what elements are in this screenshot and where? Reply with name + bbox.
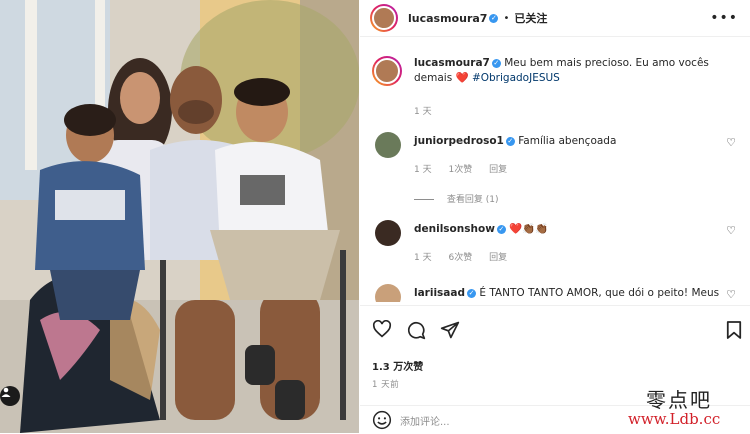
comment-input[interactable]: 添加评论... — [400, 413, 450, 428]
share-icon[interactable] — [440, 320, 460, 340]
bookmark-icon[interactable] — [726, 320, 742, 340]
comment-body: Família abençoada — [518, 135, 617, 147]
comment-text: lariisaad ✓ É TANTO TANTO AMOR, que dói o… — [414, 286, 724, 301]
comment-like-heart-icon[interactable]: ♡ — [726, 224, 736, 237]
verified-badge-icon: ✓ — [467, 288, 476, 298]
comment-meta: 1 天 1次赞 回复 — [414, 162, 521, 175]
caption-heart-emoji: ❤️ — [455, 72, 469, 84]
user-tag-icon — [1, 387, 11, 397]
family-photo-image — [0, 0, 359, 433]
comments-list: lucasmoura7 ✓ Meu bem mais precioso. Eu a… — [360, 50, 750, 302]
comment-like-heart-icon[interactable]: ♡ — [726, 288, 736, 301]
comment-age: 1 天 — [414, 165, 432, 175]
comment-text: denilsonshow ✓ ❤️👏🏾👏🏾 — [414, 222, 724, 237]
verified-badge-icon: ✓ — [505, 136, 515, 146]
caption-text: lucasmoura7 ✓ Meu bem mais precioso. Eu a… — [414, 56, 724, 86]
comment-body: É TANTO TANTO AMOR, que dói o peito! Meu… — [479, 287, 720, 299]
emoji-icon[interactable] — [372, 410, 392, 430]
verified-badge-icon: ✓ — [491, 58, 501, 68]
commenter-avatar[interactable] — [375, 284, 401, 302]
comment-emojis: ❤️👏🏾👏🏾 — [509, 223, 549, 235]
author-avatar[interactable] — [370, 4, 398, 32]
more-options-icon[interactable]: ••• — [710, 10, 738, 26]
heart-icon[interactable] — [372, 320, 392, 338]
caption-hashtag-link[interactable]: #ObrigadoJESUS — [472, 72, 560, 84]
watermark-logo-text: 零点吧 — [646, 388, 712, 412]
replies-divider-line — [414, 199, 434, 200]
author-username[interactable]: lucasmoura7 — [408, 12, 487, 25]
separator-dot: • — [503, 12, 510, 24]
caption-meta: 1 天 — [414, 104, 446, 117]
verified-badge-icon: ✓ — [496, 224, 506, 234]
view-replies-row[interactable]: 查看回复 (1) — [414, 192, 513, 205]
caption-username[interactable]: lucasmoura7 — [414, 57, 490, 69]
site-watermark: 零点吧 www.Ldb.cc — [628, 382, 750, 433]
commenter-username[interactable]: juniorpedroso1 — [414, 135, 504, 147]
comment-likes[interactable]: 1次赞 — [448, 165, 472, 175]
verified-badge-icon: ✓ — [489, 13, 499, 23]
commenter-username[interactable]: denilsonshow — [414, 223, 495, 235]
comment-likes[interactable]: 6次赞 — [448, 253, 472, 263]
watermark-url: www.Ldb.cc — [628, 410, 721, 428]
view-replies-link[interactable]: 查看回复 (1) — [447, 195, 499, 205]
comment-like-heart-icon[interactable]: ♡ — [726, 136, 736, 149]
comment-age: 1 天 — [414, 253, 432, 263]
comment-reply-button[interactable]: 回复 — [489, 165, 507, 175]
follow-status-button[interactable]: 已关注 — [514, 10, 547, 26]
comment-meta: 1 天 6次赞 回复 — [414, 250, 521, 263]
user-tag-button[interactable] — [0, 386, 20, 406]
comment-icon[interactable] — [406, 320, 426, 340]
post-photo[interactable] — [0, 0, 359, 433]
caption-avatar[interactable] — [372, 56, 402, 86]
likes-count[interactable]: 1.3 万次赞 — [372, 358, 423, 373]
post-timestamp: 1 天前 — [372, 380, 400, 390]
commenter-avatar[interactable] — [375, 220, 401, 246]
comment-text: juniorpedroso1 ✓ Família abençoada — [414, 134, 724, 149]
comment-reply-button[interactable]: 回复 — [489, 253, 507, 263]
post-header: lucasmoura7 ✓ • 已关注 ••• — [360, 0, 750, 37]
commenter-username[interactable]: lariisaad — [414, 287, 465, 299]
commenter-avatar[interactable] — [375, 132, 401, 158]
post-side-panel: lucasmoura7 ✓ • 已关注 ••• lucasmoura7 ✓ Meu… — [360, 0, 750, 433]
caption-age: 1 天 — [414, 107, 432, 117]
